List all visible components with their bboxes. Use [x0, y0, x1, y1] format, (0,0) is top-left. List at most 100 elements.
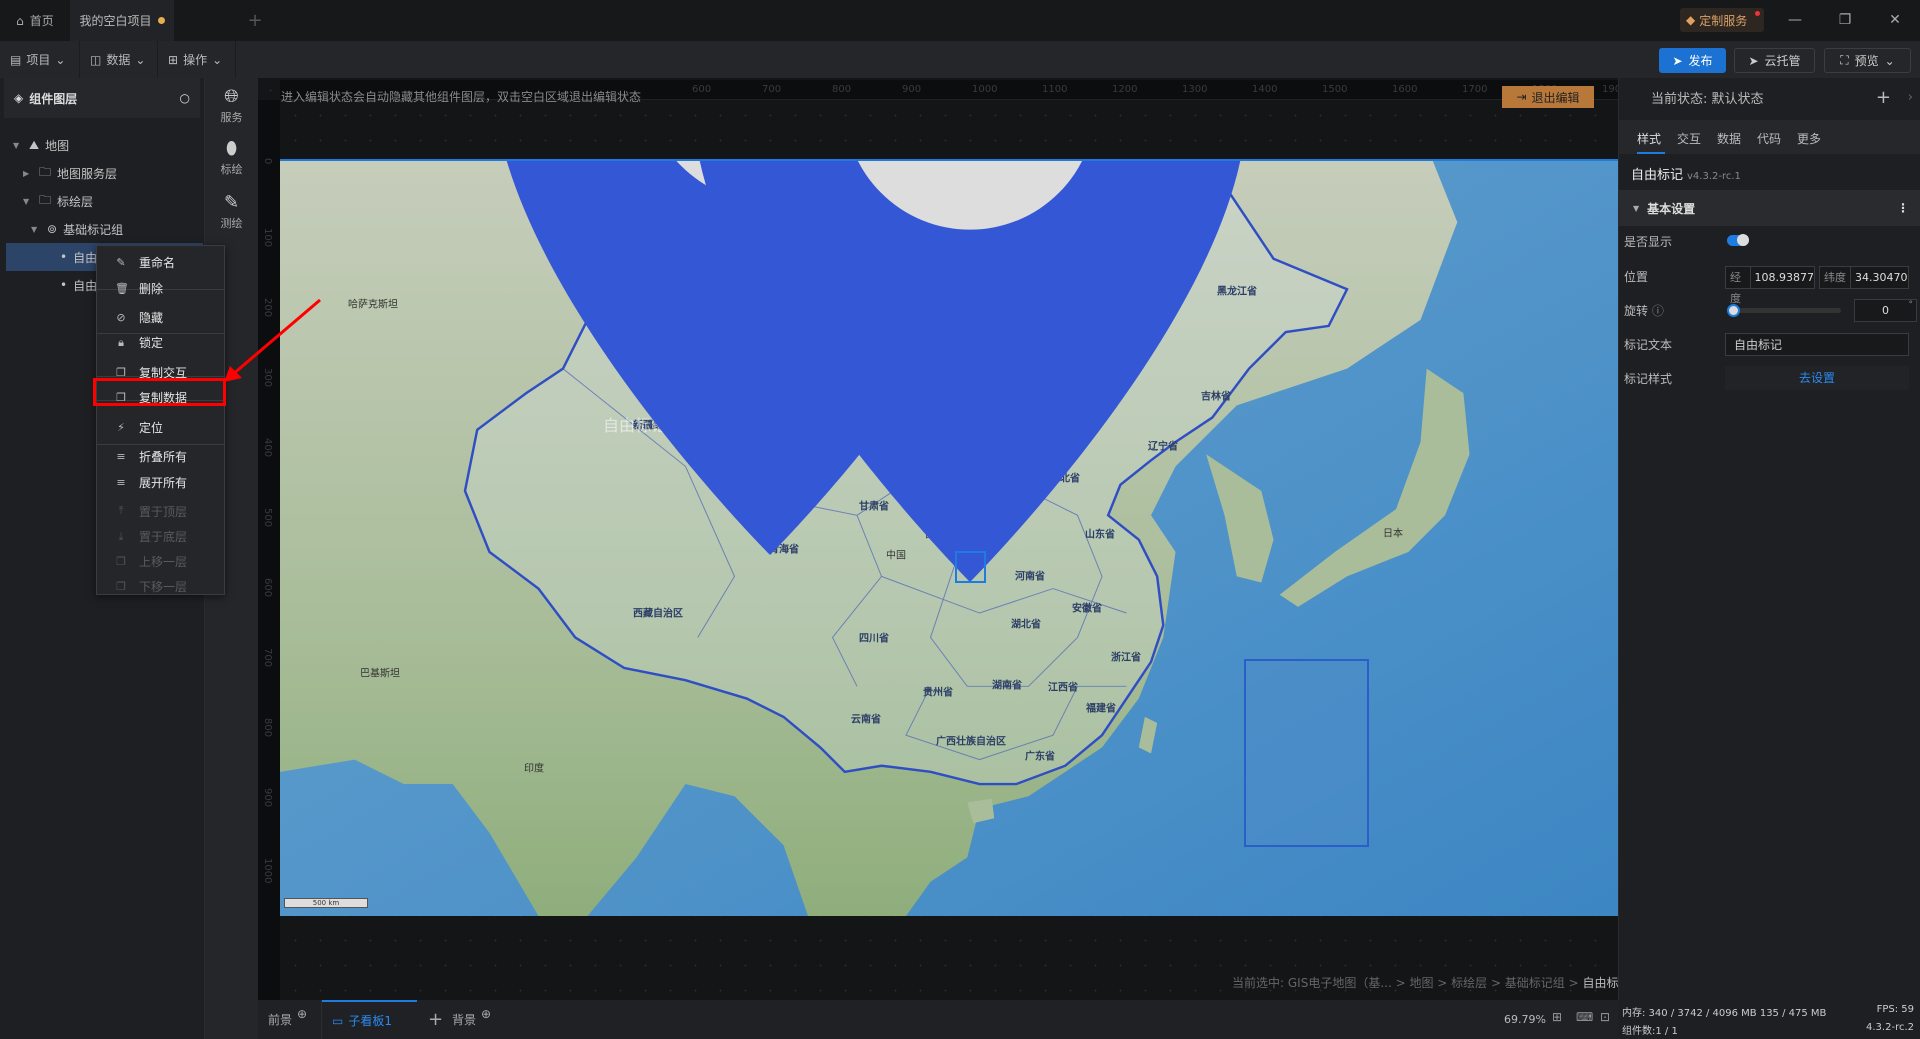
ruler-tick-label: 1400	[1252, 84, 1278, 95]
menu-item-collapse-all[interactable]: ≡ 折叠所有	[97, 444, 224, 468]
ruler-tick-label: 700	[762, 84, 782, 95]
measure-tool[interactable]: ✎ 测绘	[205, 192, 258, 231]
menu-item-delete[interactable]: 🗑︎ 删除	[97, 276, 224, 300]
plot-tool[interactable]: ⬮ 标绘	[205, 138, 258, 177]
context-menu: ✎ 重命名 🗑︎ 删除 ⊘ 隐藏 🔒︎ 锁定 ❐ 复制交互 ❐ 复制数据 ⚡︎ 定位 ≡ 折叠所有 ≡ 展开所有 ⤒…	[96, 245, 225, 595]
marker-style-button[interactable]: 去设置	[1725, 366, 1909, 390]
tab-background[interactable]: 背景 ⊕	[442, 1000, 506, 1039]
menu-item-label: 置于顶层	[139, 504, 188, 519]
zoom-level: 69.79%	[1504, 1013, 1546, 1026]
menu-item-expand-all[interactable]: ≡ 展开所有	[97, 470, 224, 494]
longitude-value: 108.93877	[1754, 271, 1815, 284]
publish-button[interactable]: ➤ 发布	[1659, 48, 1726, 73]
rotate-slider[interactable]	[1727, 304, 1841, 317]
fit-screen-icon[interactable]: ⊞	[1552, 1010, 1562, 1024]
add-circle-icon[interactable]: ⊕	[297, 1007, 307, 1021]
tab-project[interactable]: 我的空白项目	[70, 0, 174, 41]
tab-home[interactable]: ⌂ 首页	[0, 0, 70, 41]
selected-marker-box[interactable]	[955, 551, 986, 583]
ruler-tick-label: 1000	[262, 858, 273, 884]
pin-icon: ⬮	[225, 138, 238, 159]
caret-down-icon: ▼	[23, 196, 30, 206]
add-state-icon[interactable]: +	[1876, 87, 1891, 108]
tab-more[interactable]: 更多	[1797, 124, 1821, 154]
rotate-input[interactable]: 0 °	[1854, 299, 1917, 322]
bullet-icon: •	[60, 278, 68, 292]
add-circle-icon[interactable]: ⊕	[481, 1007, 491, 1021]
ruler-tick-label: 1200	[1112, 84, 1138, 95]
search-icon[interactable]: ○	[180, 91, 190, 105]
map-label: 贵州省	[923, 687, 953, 699]
cloud-host-button[interactable]: ➤ 云托管	[1734, 48, 1815, 73]
ruler-tick-label: 0	[262, 158, 273, 165]
latitude-value: 34.30470	[1855, 271, 1908, 284]
custom-service-button[interactable]: ◆ 定制服务	[1680, 8, 1764, 32]
menu-data[interactable]: ◫ 数据 ⌄	[80, 41, 158, 78]
tab-foreground[interactable]: 前景 ⊕	[258, 1000, 322, 1039]
chevron-right-icon[interactable]: ›	[1908, 90, 1913, 105]
show-toggle[interactable]	[1727, 234, 1749, 246]
menu-operate[interactable]: ⊞ 操作 ⌄	[158, 41, 236, 78]
terminal-icon[interactable]: ⊡	[1600, 1010, 1610, 1024]
tree-item-map[interactable]: ▼ ⛰ 地图	[0, 131, 203, 159]
tree-item-map-service[interactable]: ▶ 🗀 地图服务层	[0, 159, 203, 187]
marker-text-input[interactable]: 自由标记	[1725, 333, 1909, 356]
section-basic-settings[interactable]: ▼ 基本设置 ⋮	[1619, 190, 1920, 226]
ruler-tick-label: 800	[262, 718, 273, 738]
map-label: 安徽省	[1072, 603, 1102, 615]
rotate-value: 0	[1882, 304, 1889, 317]
tree-item-label: 地图	[45, 138, 70, 153]
keyboard-icon[interactable]: ⌨	[1576, 1010, 1593, 1024]
map-label: 福建省	[1086, 703, 1116, 715]
cloud-host-label: 云托管	[1764, 54, 1801, 68]
component-count: 组件数:1 / 1	[1622, 1026, 1678, 1037]
exit-edit-button[interactable]: ⇥ 退出编辑	[1502, 86, 1594, 108]
tab-code[interactable]: 代码	[1757, 124, 1781, 154]
map-marker-pin-icon[interactable]	[301, 159, 1620, 582]
latitude-input[interactable]: 纬度 34.30470	[1819, 266, 1909, 289]
component-title: 自由标记 v4.3.2-rc.1	[1631, 164, 1741, 183]
component-version: v4.3.2-rc.1	[1687, 171, 1741, 182]
bullet-icon: •	[60, 250, 68, 264]
highlight-box	[93, 378, 226, 406]
ruler-tick-label: 1000	[972, 84, 998, 95]
more-vertical-icon[interactable]: ⋮	[1897, 201, 1909, 215]
fullscreen-icon: ⛶	[1840, 53, 1849, 67]
show-label: 是否显示	[1624, 235, 1673, 249]
status-footer: 内存: 340 / 3742 / 4096 MB 135 / 475 MB FP…	[1618, 1000, 1920, 1039]
menu-item-hide[interactable]: ⊘ 隐藏	[97, 305, 224, 329]
tab-style[interactable]: 样式	[1637, 124, 1665, 154]
ruler-tick-label: 500	[262, 508, 273, 528]
preview-button[interactable]: ⛶ 预览 ⌄	[1824, 48, 1911, 73]
ruler-tick-label: 800	[832, 84, 852, 95]
menu-item-locate[interactable]: ⚡︎ 定位	[97, 415, 224, 439]
send-icon: ➤	[1672, 53, 1683, 68]
restore-button[interactable]: ❐	[1830, 8, 1860, 32]
map-view[interactable]: 新疆维吾尔自治区西藏自治区青海省甘肃省内蒙古自治区黑龙江省吉林省辽宁省山西省河南…	[280, 159, 1619, 916]
measure-label: 测绘	[220, 217, 243, 230]
marker-text-value: 自由标记	[1734, 338, 1783, 352]
minimize-button[interactable]: —	[1780, 8, 1810, 32]
help-icon[interactable]: ⓘ	[1652, 304, 1664, 318]
unsaved-dot-icon	[157, 17, 165, 24]
copy-icon: ❐	[116, 365, 126, 379]
tab-sub-board[interactable]: ▭ 子看板1	[322, 1000, 417, 1039]
scale-bar: 500 km	[284, 898, 368, 908]
mountain-icon: ⛰	[29, 137, 40, 152]
longitude-input[interactable]: 经度 108.93877	[1725, 266, 1815, 305]
add-tab-button[interactable]: +	[240, 0, 270, 41]
menu-item-rename[interactable]: ✎ 重命名	[97, 250, 224, 274]
latitude-label: 纬度	[1820, 267, 1851, 288]
service-tool[interactable]: 🌐︎ 服务	[205, 86, 258, 125]
tab-data[interactable]: 数据	[1717, 124, 1741, 154]
add-board-button[interactable]: +	[418, 1000, 443, 1039]
tab-interaction[interactable]: 交互	[1677, 124, 1701, 154]
menu-item-lock[interactable]: 🔒︎ 锁定	[97, 331, 224, 355]
close-button[interactable]: ✕	[1880, 8, 1910, 32]
move-down-icon: ❐	[116, 580, 126, 594]
tree-item-label: 地图服务层	[57, 166, 118, 181]
tree-item-plot-layer[interactable]: ▼ 🗀 标绘层	[0, 187, 203, 215]
breadcrumb-path[interactable]: 当前选中: GIS电子地图（基... > 地图 > 标绘层 > 基础标记组 >	[1232, 976, 1583, 990]
menu-project[interactable]: ▤ 项目 ⌄	[0, 41, 80, 78]
tree-item-marker-group[interactable]: ▼ ⊚ 基础标记组	[0, 215, 203, 243]
